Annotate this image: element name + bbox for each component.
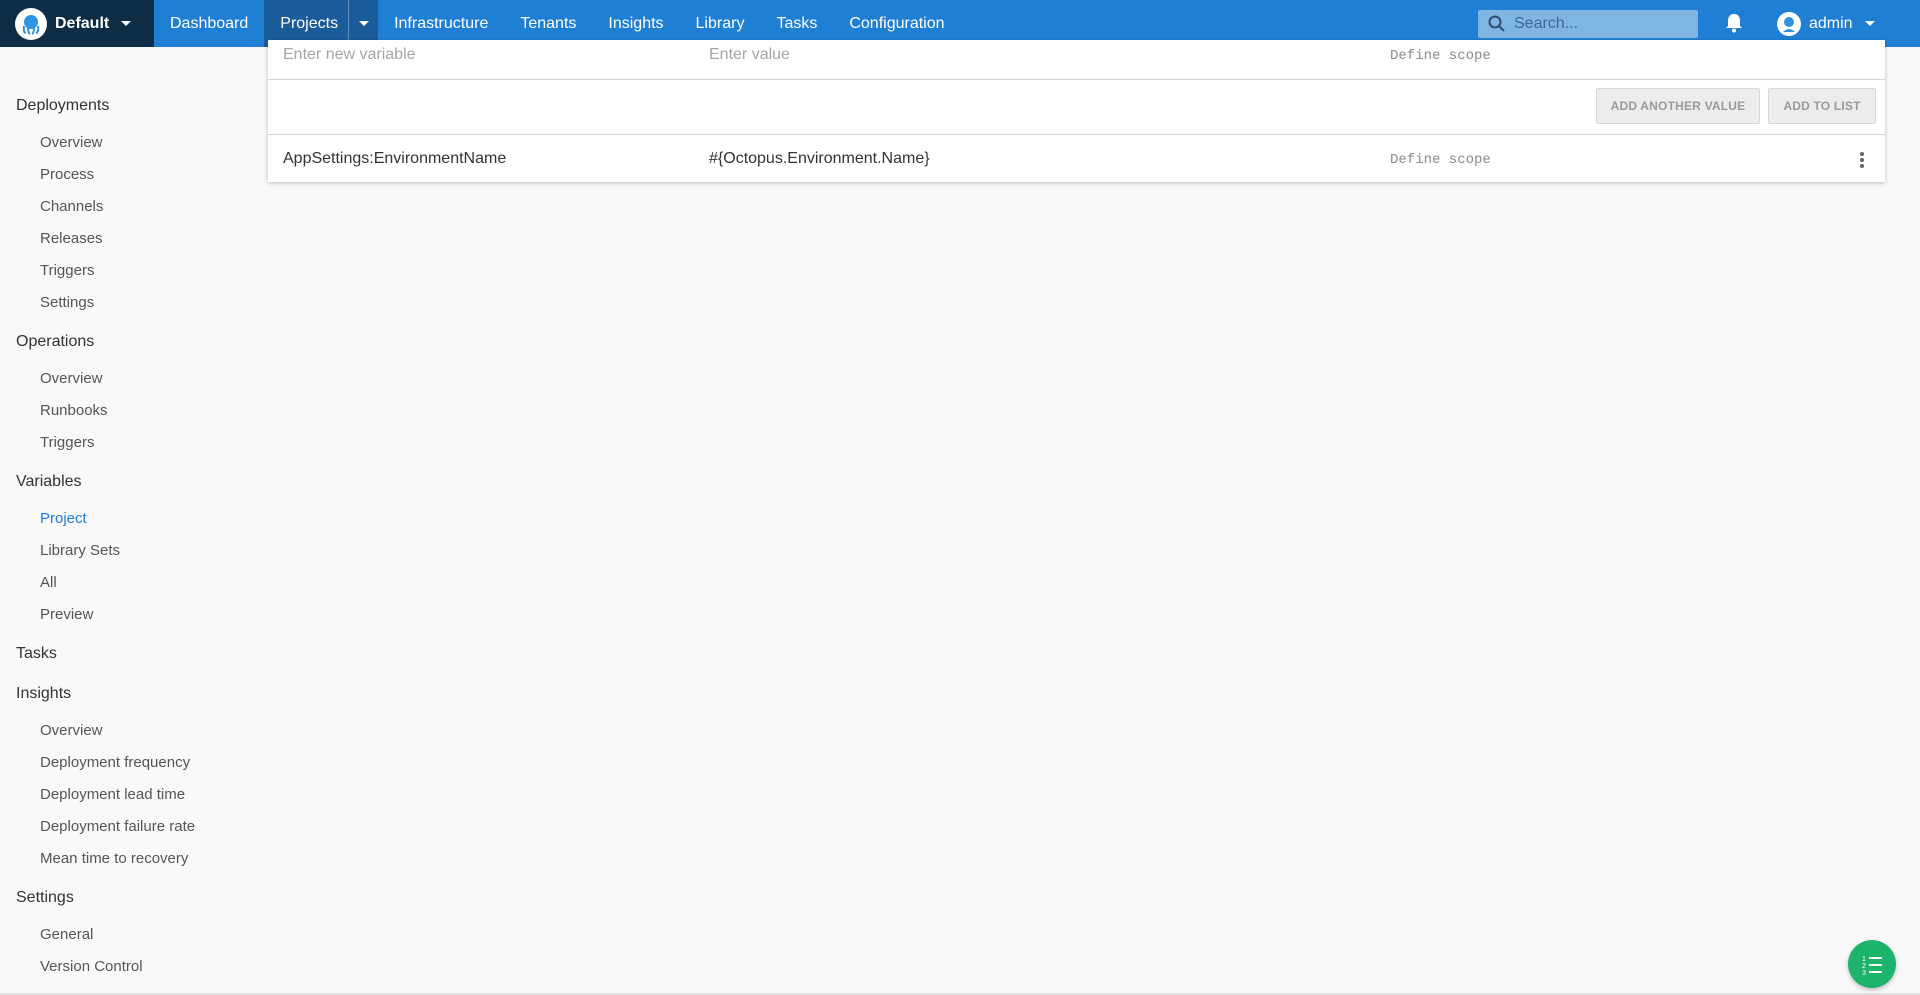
sidebar-item-operations-overview[interactable]: Overview [40, 370, 103, 387]
sidebar-item-project-variables[interactable]: Project [40, 510, 87, 527]
sidebar-item-deployment-frequency[interactable]: Deployment frequency [40, 754, 190, 771]
new-variable-value-input[interactable]: Enter value [709, 46, 790, 64]
sidebar-item-insights-overview[interactable]: Overview [40, 722, 103, 739]
sidebar-item-process[interactable]: Process [40, 166, 94, 183]
sidebar-item-mean-time-to-recovery[interactable]: Mean time to recovery [40, 850, 188, 867]
sidebar-item-deployments-overview[interactable]: Overview [40, 134, 103, 151]
sidebar-item-deployment-settings[interactable]: Settings [40, 294, 94, 311]
sidebar-item-version-control[interactable]: Version Control [40, 958, 143, 975]
octopus-logo-icon [15, 7, 47, 40]
more-vert-icon[interactable] [1859, 150, 1865, 175]
chevron-down-icon [358, 21, 369, 26]
section-variables: Variables [16, 473, 82, 490]
sidebar-item-tasks[interactable]: Tasks [16, 645, 57, 663]
section-insights: Insights [16, 685, 72, 702]
chevron-down-icon [121, 21, 132, 26]
list-numbered-button[interactable]: 1 2 3 [1848, 940, 1896, 988]
bell-icon[interactable] [1725, 13, 1743, 38]
avatar [1777, 11, 1801, 36]
section-operations: Operations [16, 333, 95, 350]
sidebar-item-runbooks[interactable]: Runbooks [40, 402, 108, 419]
new-variable-scope-selector[interactable]: Define scope [1390, 48, 1491, 64]
svg-text:1: 1 [1862, 956, 1866, 963]
sidebar-item-deployment-lead-time[interactable]: Deployment lead time [40, 786, 185, 803]
sidebar-item-releases[interactable]: Releases [40, 230, 103, 247]
search-icon [1488, 15, 1505, 32]
variable-name[interactable]: AppSettings:EnvironmentName [283, 150, 506, 168]
sidebar-item-general[interactable]: General [40, 926, 93, 943]
section-settings: Settings [16, 889, 74, 906]
space-name: Default [55, 14, 110, 32]
new-variable-name-input[interactable]: Enter new variable [283, 46, 416, 64]
sidebar-item-library-sets[interactable]: Library Sets [40, 542, 120, 559]
sidebar-item-all-variables[interactable]: All [40, 574, 57, 591]
svg-text:2: 2 [1862, 963, 1866, 970]
variable-scope[interactable]: Define scope [1390, 152, 1491, 168]
user-name: admin [1809, 14, 1853, 32]
section-deployments: Deployments [16, 97, 110, 114]
sidebar-item-deployment-triggers[interactable]: Triggers [40, 262, 94, 279]
search-input[interactable] [1514, 15, 1684, 33]
sidebar-item-channels[interactable]: Channels [40, 198, 103, 215]
space-switcher[interactable]: Default [0, 0, 154, 47]
svg-text:3: 3 [1862, 970, 1866, 976]
sidebar-item-operations-triggers[interactable]: Triggers [40, 434, 94, 451]
table-row[interactable]: AppSettings:EnvironmentName #{Octopus.En… [268, 134, 1885, 184]
nav-dashboard[interactable]: Dashboard [154, 0, 264, 47]
add-to-list-button[interactable]: ADD TO LIST [1768, 88, 1876, 124]
new-variable-row: Enter new variable Enter value Define sc… [268, 40, 1885, 80]
chevron-down-icon [1864, 21, 1875, 26]
search-box[interactable] [1478, 10, 1698, 38]
add-another-value-button[interactable]: ADD ANOTHER VALUE [1596, 88, 1760, 124]
sidebar-item-preview[interactable]: Preview [40, 606, 93, 623]
variables-card: Enter new variable Enter value Define sc… [268, 40, 1885, 182]
variable-value[interactable]: #{Octopus.Environment.Name} [709, 150, 930, 168]
sidebar-item-deployment-failure-rate[interactable]: Deployment failure rate [40, 818, 195, 835]
list-numbered-icon: 1 2 3 [1862, 956, 1882, 976]
